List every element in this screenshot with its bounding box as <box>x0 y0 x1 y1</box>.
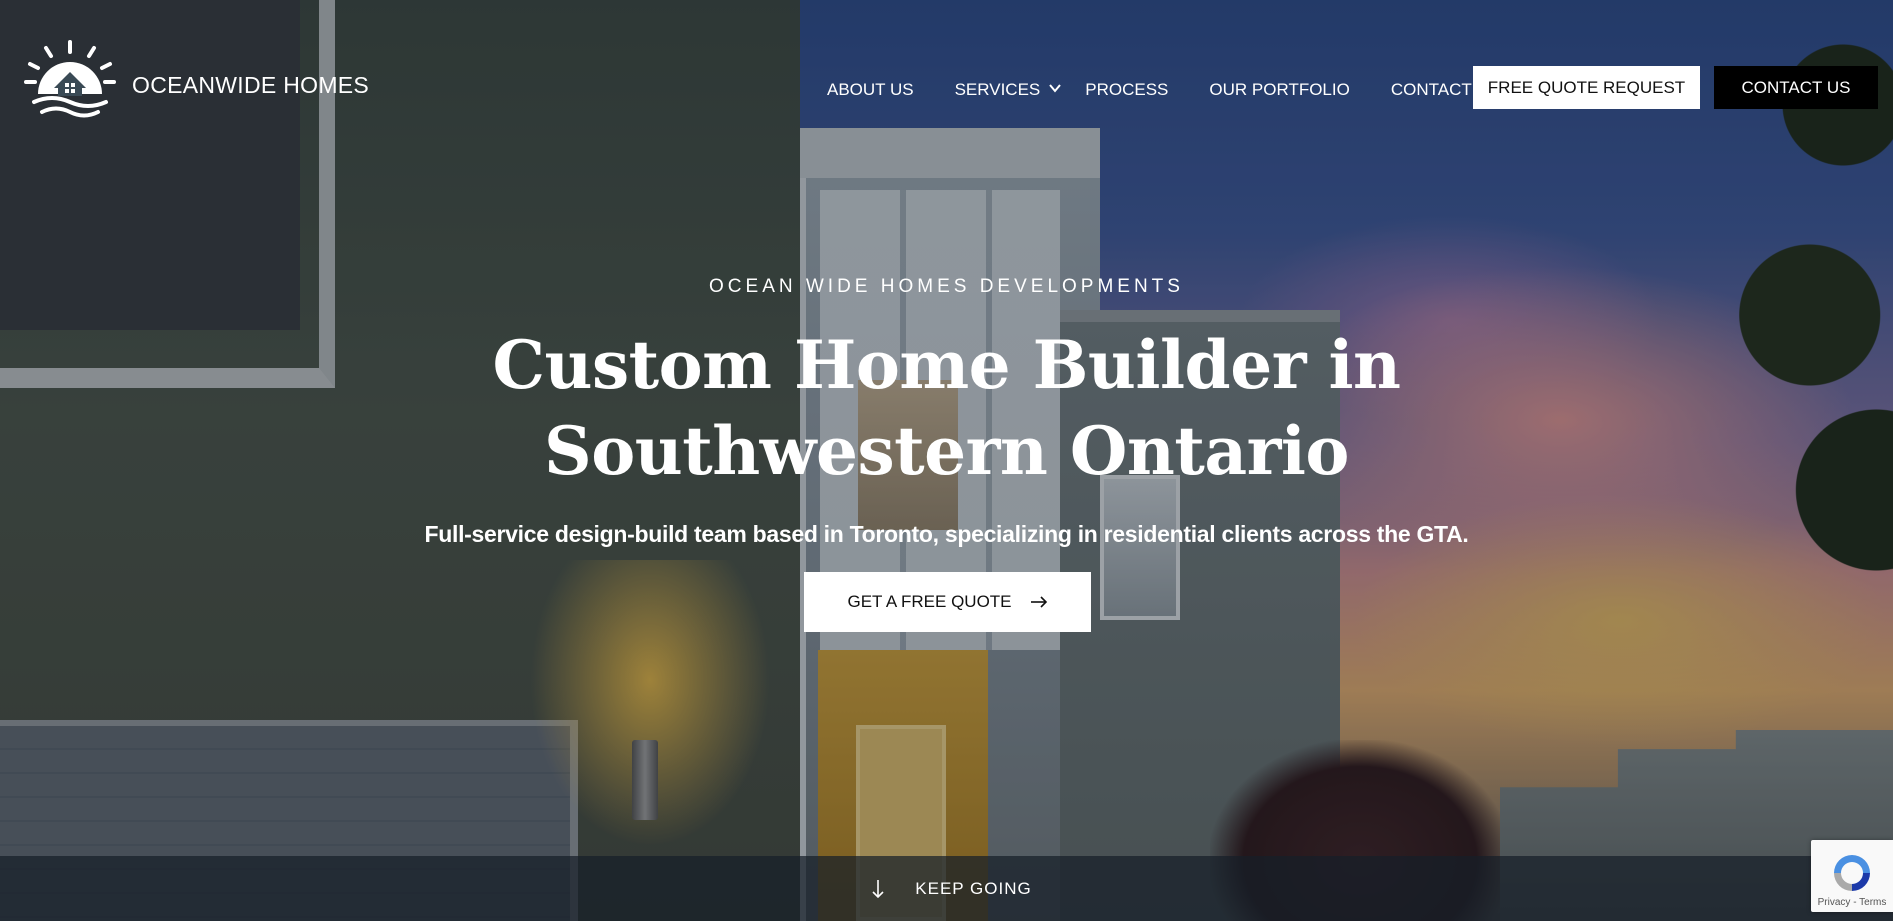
nav-process[interactable]: PROCESS <box>1085 80 1168 100</box>
hero-subheading: Full-service design-build team based in … <box>424 521 1469 547</box>
chevron-down-icon <box>1049 84 1062 93</box>
contact-us-button[interactable]: CONTACT US <box>1714 66 1878 109</box>
get-free-quote-label: GET A FREE QUOTE <box>847 592 1012 611</box>
site-logo[interactable]: OCEANWIDE HOMES <box>24 38 369 124</box>
nav-our-portfolio[interactable]: OUR PORTFOLIO <box>1209 80 1349 100</box>
hero-eyebrow: OCEAN WIDE HOMES DEVELOPMENTS <box>709 276 1184 297</box>
brand-name: OCEANWIDE HOMES <box>132 71 370 98</box>
recaptcha-privacy-terms[interactable]: Privacy - Terms <box>1818 897 1887 908</box>
nav-about-us[interactable]: ABOUT US <box>827 80 914 100</box>
arrow-right-icon <box>1030 596 1047 608</box>
hero-headline-line2: Southwestern Ontario <box>544 412 1349 490</box>
free-quote-request-button[interactable]: FREE QUOTE REQUEST <box>1473 66 1700 109</box>
recaptcha-icon <box>1834 855 1870 891</box>
recaptcha-badge[interactable]: Privacy - Terms <box>1811 840 1893 912</box>
main-navigation: ABOUT US SERVICES PROCESS OUR PORTFOLIO … <box>827 80 1500 100</box>
get-free-quote-button[interactable]: GET A FREE QUOTE <box>804 572 1091 632</box>
scroll-bar: KEEP GOING <box>0 856 1893 921</box>
hero-headline: Custom Home Builder in Southwestern Onta… <box>0 322 1893 494</box>
keep-going-link[interactable]: KEEP GOING <box>871 879 1031 899</box>
hero-headline-line1: Custom Home Builder in <box>492 326 1401 404</box>
nav-services-label: SERVICES <box>954 80 1041 99</box>
house-sun-waves-logo-icon <box>24 40 116 118</box>
arrow-down-icon <box>872 879 884 898</box>
nav-services[interactable]: SERVICES <box>955 80 1063 100</box>
keep-going-label: KEEP GOING <box>915 878 1032 898</box>
